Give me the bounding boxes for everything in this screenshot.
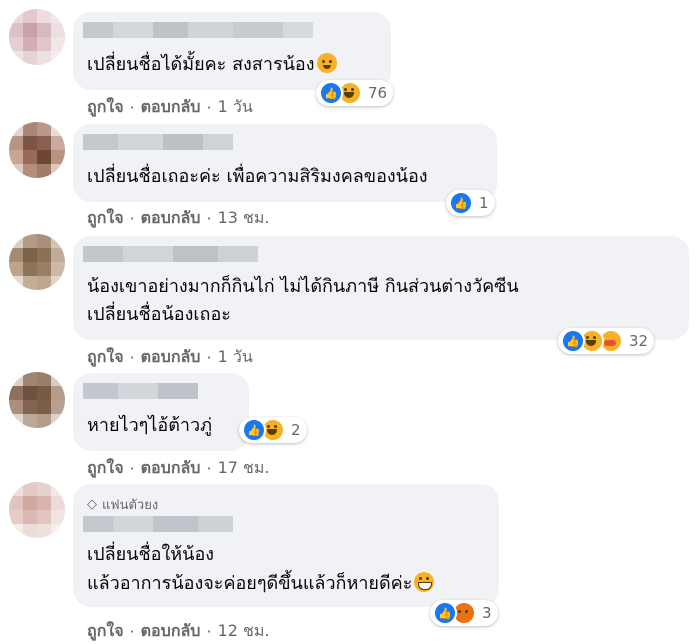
comment-text-line-1: น้องเขาอย่างมากก็กินไก่ ไม่ได้กินภาษี กิ… — [87, 276, 519, 297]
author-name-blurred[interactable] — [83, 383, 198, 399]
like-button[interactable]: ถูกใจ — [87, 619, 124, 644]
like-button[interactable]: ถูกใจ — [87, 345, 124, 370]
reaction-count: 76 — [368, 84, 388, 102]
separator: · — [129, 209, 135, 228]
separator: · — [206, 98, 212, 117]
author-name-blurred[interactable] — [83, 22, 313, 38]
comment-bubble: เปลี่ยนชื่อเถอะค่ะ เพื่อความสิริมงคลของน… — [73, 124, 497, 202]
comment-actions: ถูกใจ · ตอบกลับ · 17 ชม. — [87, 456, 270, 481]
reply-button[interactable]: ตอบกลับ — [141, 95, 201, 120]
separator: · — [129, 459, 135, 478]
comment-bubble: ◇ แฟนตัวยง เปลี่ยนชื่อให้น้อง แล้วอาการน… — [73, 484, 499, 607]
author-name-blurred[interactable] — [83, 516, 233, 532]
comment-text-line-1: เปลี่ยนชื่อให้น้อง — [87, 544, 215, 565]
timestamp[interactable]: 1 วัน — [218, 95, 253, 120]
reaction-summary[interactable]: 👍 32 — [558, 328, 655, 354]
comment-bubble: เปลี่ยนชื่อได้มั้ยคะ สงสารน้อง — [73, 12, 391, 90]
comment-text-line-2: เปลี่ยนชื่อน้องเถอะ — [87, 304, 231, 325]
comment-actions: ถูกใจ · ตอบกลับ · 1 วัน — [87, 95, 253, 120]
separator: · — [129, 348, 135, 367]
like-reaction-icon: 👍 — [319, 81, 343, 105]
reply-button[interactable]: ตอบกลับ — [141, 345, 201, 370]
reaction-count: 3 — [482, 604, 492, 622]
timestamp[interactable]: 1 วัน — [218, 345, 253, 370]
reaction-count: 1 — [479, 194, 489, 212]
reaction-summary[interactable]: 👍 76 — [316, 80, 394, 106]
avatar[interactable] — [9, 234, 65, 290]
comment-actions: ถูกใจ · ตอบกลับ · 13 ชม. — [87, 206, 270, 231]
reaction-summary[interactable]: 👍 3 — [430, 600, 498, 626]
reaction-summary[interactable]: 👍 2 — [239, 417, 307, 443]
reaction-summary[interactable]: 👍 1 — [446, 190, 495, 216]
timestamp[interactable]: 13 ชม. — [218, 206, 270, 231]
badge-label: แฟนตัวยง — [102, 498, 159, 513]
comment-bubble: น้องเขาอย่างมากก็กินไก่ ไม่ได้กินภาษี กิ… — [73, 236, 689, 340]
comment-text: เปลี่ยนชื่อได้มั้ยคะ สงสารน้อง — [87, 50, 337, 80]
comment-text-line-2: แล้วอาการน้องจะค่อยๆดีขึ้นแล้วก็หายดีค่ะ — [87, 569, 435, 599]
comment-text: หายไวๆไอ้ต้าวภู่ — [87, 415, 212, 436]
reaction-count: 32 — [629, 332, 649, 350]
like-button[interactable]: ถูกใจ — [87, 95, 124, 120]
like-reaction-icon: 👍 — [561, 329, 585, 353]
author-name-blurred[interactable] — [83, 246, 258, 262]
timestamp[interactable]: 12 ชม. — [218, 619, 270, 644]
reply-button[interactable]: ตอบกลับ — [141, 456, 201, 481]
reaction-count: 2 — [291, 421, 301, 439]
comment-bubble: หายไวๆไอ้ต้าวภู่ — [73, 373, 249, 451]
comment-actions: ถูกใจ · ตอบกลับ · 12 ชม. — [87, 619, 270, 644]
like-button[interactable]: ถูกใจ — [87, 206, 124, 231]
like-reaction-icon: 👍 — [242, 418, 266, 442]
like-reaction-icon: 👍 — [449, 191, 473, 215]
grinning-emoji-icon — [414, 572, 435, 592]
top-fan-badge[interactable]: ◇ แฟนตัวยง — [87, 494, 158, 515]
separator: · — [129, 98, 135, 117]
separator: · — [129, 622, 135, 641]
timestamp[interactable]: 17 ชม. — [218, 456, 270, 481]
diamond-icon: ◇ — [87, 497, 97, 512]
reply-button[interactable]: ตอบกลับ — [141, 619, 201, 644]
like-reaction-icon: 👍 — [433, 601, 457, 625]
separator: · — [206, 459, 212, 478]
avatar[interactable] — [9, 9, 65, 65]
author-name-blurred[interactable] — [83, 134, 233, 150]
avatar[interactable] — [9, 122, 65, 178]
like-button[interactable]: ถูกใจ — [87, 456, 124, 481]
crying-emoji-icon — [316, 53, 337, 73]
reply-button[interactable]: ตอบกลับ — [141, 206, 201, 231]
separator: · — [206, 209, 212, 228]
avatar[interactable] — [9, 482, 65, 538]
separator: · — [206, 622, 212, 641]
avatar[interactable] — [9, 372, 65, 428]
separator: · — [206, 348, 212, 367]
comment-actions: ถูกใจ · ตอบกลับ · 1 วัน — [87, 345, 253, 370]
comment-text: เปลี่ยนชื่อเถอะค่ะ เพื่อความสิริมงคลของน… — [87, 166, 428, 187]
